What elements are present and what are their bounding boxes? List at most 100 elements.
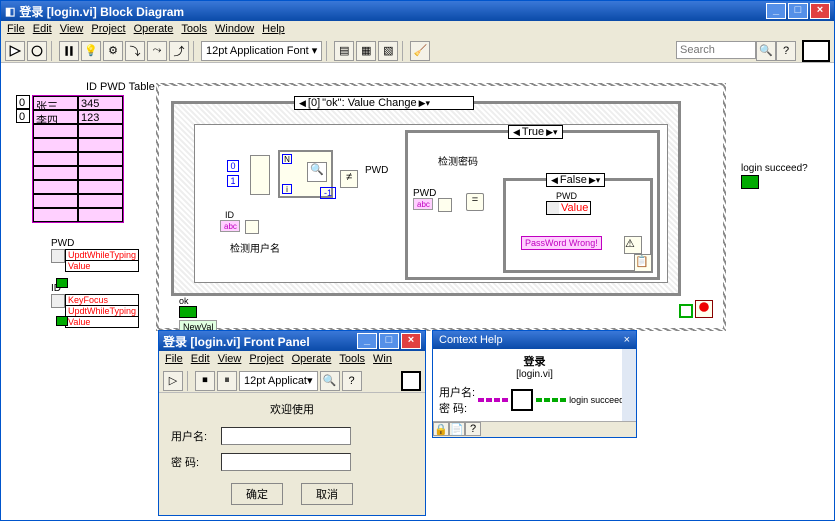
fp-maximize[interactable]: □: [379, 333, 399, 349]
fp-vi-icon[interactable]: [401, 371, 421, 391]
index-array-2[interactable]: [438, 198, 452, 212]
table-row[interactable]: 123: [78, 110, 123, 124]
minus1-const[interactable]: -1: [320, 187, 336, 199]
const-1[interactable]: 1: [227, 175, 239, 187]
ch-detail-icon[interactable]: 📄: [449, 422, 465, 436]
fp-menu-project[interactable]: Project: [249, 353, 283, 367]
fp-welcome: 欢迎使用: [171, 401, 413, 417]
pause-button[interactable]: [59, 41, 79, 61]
ch-close-icon[interactable]: ×: [624, 334, 630, 346]
minimize-button[interactable]: _: [766, 3, 786, 19]
loop-stop-icon[interactable]: [695, 300, 713, 318]
table-row[interactable]: 李四: [33, 110, 78, 124]
cleanup-button[interactable]: 🧹: [410, 41, 430, 61]
menu-operate[interactable]: Operate: [134, 23, 174, 37]
reorder-button[interactable]: ▧: [378, 41, 398, 61]
search-icon[interactable]: 🔍: [756, 41, 776, 61]
fp-titlebar[interactable]: 登录 [login.vi] Front Panel _ □ ×: [159, 331, 425, 351]
fp-user-input[interactable]: [221, 427, 351, 445]
table-index-0[interactable]: 0: [16, 95, 30, 109]
fp-menu-view[interactable]: View: [218, 353, 242, 367]
fp-close[interactable]: ×: [401, 333, 421, 349]
true-constant-2[interactable]: [56, 316, 68, 326]
menu-project[interactable]: Project: [91, 23, 125, 37]
menu-tools[interactable]: Tools: [181, 23, 207, 37]
event-case-selector[interactable]: ◀ [0] "ok": Value Change ▶▾: [294, 96, 474, 110]
ch-lock-icon[interactable]: 🔒: [433, 422, 449, 436]
context-help-window[interactable]: Context Help × 登录 [login.vi] 用户名: 密 码: l…: [432, 330, 637, 438]
passwrong-constant[interactable]: PassWord Wrong!: [521, 236, 602, 250]
case-true[interactable]: ◀True▶▾ 检测密码 PWD abc = ◀False▶▾ PWD Valu…: [405, 130, 660, 280]
main-titlebar[interactable]: ◧ 登录 [login.vi] Block Diagram _ □ ×: [1, 1, 834, 21]
event-structure[interactable]: ◀ [0] "ok": Value Change ▶▾ ◀True▶▾ 检测密码…: [171, 101, 681, 296]
fp-pause-button[interactable]: ⏸: [217, 371, 237, 391]
not-equal-node[interactable]: ≠: [340, 170, 358, 188]
event-prev-icon[interactable]: ◀: [299, 98, 306, 109]
vi-icon[interactable]: [802, 40, 830, 62]
align-button[interactable]: ▤: [334, 41, 354, 61]
fp-help-icon[interactable]: ?: [342, 371, 362, 391]
run-button[interactable]: [5, 41, 25, 61]
font-label: 12pt Application Font: [206, 45, 309, 57]
fp-cancel-button[interactable]: 取消: [301, 483, 353, 505]
table-label: ID PWD Table: [86, 81, 155, 93]
fp-pwd-input[interactable]: [221, 453, 351, 471]
equal-node-2[interactable]: =: [466, 193, 484, 211]
login-succeed-indicator[interactable]: [741, 175, 759, 189]
ch-titlebar[interactable]: Context Help ×: [433, 331, 636, 349]
close-button[interactable]: ×: [810, 3, 830, 19]
fp-menu-operate[interactable]: Operate: [292, 353, 332, 367]
loop-tunnel[interactable]: [679, 304, 693, 318]
menu-window[interactable]: Window: [215, 23, 254, 37]
step-out-button[interactable]: ⤴: [169, 41, 189, 61]
fp-minimize[interactable]: _: [357, 333, 377, 349]
case-false[interactable]: ◀False▶▾ PWD Value PassWord Wrong! ⚠: [503, 178, 653, 273]
fp-stop-button[interactable]: ⏹: [195, 371, 215, 391]
unbundle-node[interactable]: [250, 155, 270, 195]
event-next-icon[interactable]: ▶▾: [419, 98, 430, 109]
pwd-property-node[interactable]: PWD UpdtWhileTyping Value: [51, 238, 139, 272]
menu-view[interactable]: View: [60, 23, 84, 37]
true-constant-1[interactable]: [56, 278, 68, 288]
maximize-button[interactable]: □: [788, 3, 808, 19]
const-0[interactable]: 0: [227, 160, 239, 172]
fp-run-button[interactable]: ▷: [163, 371, 183, 391]
table-row[interactable]: 张三: [33, 96, 78, 110]
fp-menu-tools[interactable]: Tools: [339, 353, 365, 367]
while-loop[interactable]: ◀ [0] "ok": Value Change ▶▾ ◀True▶▾ 检测密码…: [156, 83, 726, 331]
fp-menu-edit[interactable]: Edit: [191, 353, 210, 367]
case-true-selector[interactable]: ◀True▶▾: [508, 125, 563, 139]
fp-font-selector[interactable]: 12pt Applicat▾: [239, 371, 318, 391]
table-row[interactable]: 345: [78, 96, 123, 110]
search-input[interactable]: [676, 41, 756, 59]
fp-title: 登录 [login.vi] Front Panel: [163, 333, 357, 350]
fp-menu-win[interactable]: Win: [373, 353, 392, 367]
dialog-outer[interactable]: 📋: [634, 254, 652, 272]
index-array-1[interactable]: [245, 220, 259, 234]
help-icon[interactable]: ?: [776, 41, 796, 61]
ch-help-icon[interactable]: ?: [465, 422, 481, 436]
search-1d-node[interactable]: 🔍: [307, 162, 327, 182]
step-into-button[interactable]: ⤵: [125, 41, 145, 61]
tf-terminal[interactable]: [179, 306, 197, 318]
pwd-control[interactable]: abc: [413, 198, 433, 210]
menu-help[interactable]: Help: [262, 23, 285, 37]
font-selector[interactable]: 12pt Application Font ▾: [201, 41, 322, 61]
pwd-value-inner: Value: [559, 202, 590, 214]
ch-scrollbar[interactable]: [622, 349, 636, 421]
fp-search-icon[interactable]: 🔍: [320, 371, 340, 391]
retain-wire-button[interactable]: ⚙: [103, 41, 123, 61]
menu-file[interactable]: File: [7, 23, 25, 37]
dialog-node[interactable]: ⚠: [624, 236, 642, 254]
id-control[interactable]: abc: [220, 220, 240, 232]
case-false-selector[interactable]: ◀False▶▾: [546, 173, 605, 187]
run-continuous-button[interactable]: [27, 41, 47, 61]
fp-ok-button[interactable]: 确定: [231, 483, 283, 505]
menu-edit[interactable]: Edit: [33, 23, 52, 37]
fp-menu-file[interactable]: File: [165, 353, 183, 367]
front-panel-window[interactable]: 登录 [login.vi] Front Panel _ □ × File Edi…: [158, 330, 426, 516]
distribute-button[interactable]: ▦: [356, 41, 376, 61]
table-index-1[interactable]: 0: [16, 109, 30, 123]
highlight-button[interactable]: 💡: [81, 41, 101, 61]
step-over-button[interactable]: ⤳: [147, 41, 167, 61]
